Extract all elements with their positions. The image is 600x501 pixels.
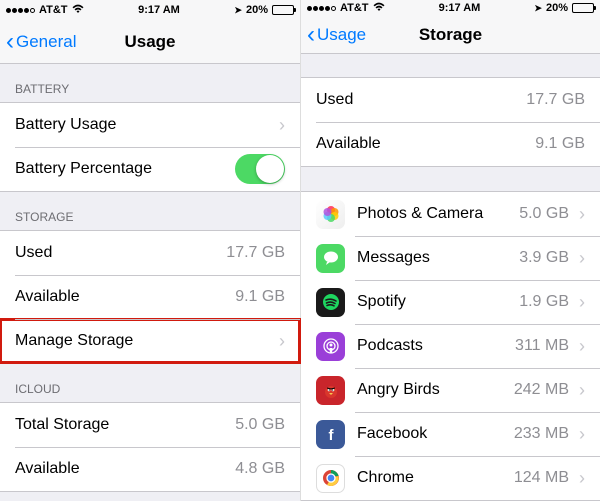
chevron-right-icon: › (579, 248, 585, 269)
back-button[interactable]: ‹ Usage (301, 23, 366, 47)
chevron-left-icon: ‹ (307, 23, 315, 47)
app-name: Angry Birds (357, 381, 514, 399)
app-size: 3.9 GB (519, 249, 569, 267)
chevron-right-icon: › (279, 331, 285, 352)
battery-percent: 20% (246, 4, 268, 16)
row-value: 5.0 GB (235, 416, 285, 434)
section-header-storage: STORAGE (0, 192, 300, 230)
location-icon: ➤ (234, 5, 242, 16)
nav-bar: ‹ Usage Storage (301, 17, 600, 54)
location-icon: ➤ (534, 3, 542, 14)
row-label: Available (15, 288, 235, 306)
used-row: Used 17.7 GB (301, 78, 600, 122)
battery-percentage-toggle[interactable] (235, 154, 285, 184)
app-size: 1.9 GB (519, 293, 569, 311)
angry-birds-icon (316, 376, 345, 405)
available-row: Available 9.1 GB (0, 275, 300, 319)
section-header-icloud: ICLOUD (0, 364, 300, 402)
app-row-podcasts[interactable]: Podcasts 311 MB › (301, 324, 600, 368)
row-label: Total Storage (15, 416, 235, 434)
status-time: 9:17 AM (138, 4, 180, 16)
row-value: 17.7 GB (526, 91, 585, 109)
chevron-right-icon: › (579, 424, 585, 445)
storage-summary-group: Used 17.7 GB Available 9.1 GB (301, 77, 600, 167)
status-bar: AT&T 9:17 AM ➤ 20% (0, 0, 300, 20)
icloud-group: Total Storage 5.0 GB Available 4.8 GB (0, 402, 300, 492)
app-name: Photos & Camera (357, 205, 519, 223)
chevron-right-icon: › (579, 336, 585, 357)
app-size: 242 MB (514, 381, 569, 399)
spotify-icon (316, 288, 345, 317)
signal-dots-icon (6, 8, 35, 13)
row-value: 17.7 GB (226, 244, 285, 262)
wifi-icon (72, 4, 84, 17)
back-label: General (16, 32, 76, 52)
icloud-available-row: Available 4.8 GB (0, 447, 300, 491)
total-storage-row: Total Storage 5.0 GB (0, 403, 300, 447)
app-name: Messages (357, 249, 519, 267)
app-row-messages[interactable]: Messages 3.9 GB › (301, 236, 600, 280)
app-name: Podcasts (357, 337, 515, 355)
photos-icon (316, 200, 345, 229)
carrier-label: AT&T (340, 2, 369, 14)
used-row: Used 17.7 GB (0, 231, 300, 275)
status-time: 9:17 AM (439, 2, 481, 14)
svg-text:f: f (328, 427, 334, 443)
storage-screen: AT&T 9:17 AM ➤ 20% ‹ Usage Storage Used … (300, 0, 600, 501)
messages-icon (316, 244, 345, 273)
app-size: 5.0 GB (519, 205, 569, 223)
battery-icon (272, 5, 294, 15)
row-value: 9.1 GB (535, 135, 585, 153)
section-header-battery: BATTERY (0, 64, 300, 102)
chevron-right-icon: › (279, 115, 285, 136)
app-size: 233 MB (514, 425, 569, 443)
podcasts-icon (316, 332, 345, 361)
battery-percent: 20% (546, 2, 568, 14)
app-row-facebook[interactable]: f Facebook 233 MB › (301, 412, 600, 456)
battery-percentage-row: Battery Percentage (0, 147, 300, 191)
chevron-right-icon: › (579, 380, 585, 401)
row-value: 9.1 GB (235, 288, 285, 306)
battery-group: Battery Usage › Battery Percentage (0, 102, 300, 192)
app-name: Spotify (357, 293, 519, 311)
app-name: Facebook (357, 425, 514, 443)
back-button[interactable]: ‹ General (0, 30, 76, 54)
nav-bar: ‹ General Usage (0, 20, 300, 64)
app-row-photos[interactable]: Photos & Camera 5.0 GB › (301, 192, 600, 236)
chrome-icon (316, 464, 345, 493)
app-name: Chrome (357, 469, 514, 487)
available-row: Available 9.1 GB (301, 122, 600, 166)
app-size: 124 MB (514, 469, 569, 487)
row-label: Used (316, 91, 526, 109)
manage-storage-row[interactable]: Manage Storage › (0, 319, 300, 363)
row-label: Battery Usage (15, 116, 269, 134)
row-label: Manage Storage (15, 332, 269, 350)
chevron-left-icon: ‹ (6, 30, 14, 54)
app-size: 311 MB (515, 337, 569, 355)
battery-icon (572, 3, 594, 13)
signal-dots-icon (307, 6, 336, 11)
apps-group: Photos & Camera 5.0 GB › Messages 3.9 GB… (301, 191, 600, 501)
chevron-right-icon: › (579, 468, 585, 489)
chevron-right-icon: › (579, 292, 585, 313)
app-row-angrybirds[interactable]: Angry Birds 242 MB › (301, 368, 600, 412)
row-label: Used (15, 244, 226, 262)
storage-group: Used 17.7 GB Available 9.1 GB Manage Sto… (0, 230, 300, 364)
status-bar: AT&T 9:17 AM ➤ 20% (301, 0, 600, 17)
back-label: Usage (317, 25, 366, 45)
usage-screen: AT&T 9:17 AM ➤ 20% ‹ General Usage BATTE… (0, 0, 300, 501)
app-row-spotify[interactable]: Spotify 1.9 GB › (301, 280, 600, 324)
row-value: 4.8 GB (235, 460, 285, 478)
row-label: Battery Percentage (15, 160, 235, 178)
carrier-label: AT&T (39, 4, 68, 16)
battery-usage-row[interactable]: Battery Usage › (0, 103, 300, 147)
row-label: Available (316, 135, 535, 153)
row-label: Available (15, 460, 235, 478)
chevron-right-icon: › (579, 204, 585, 225)
wifi-icon (373, 2, 385, 15)
app-row-chrome[interactable]: Chrome 124 MB › (301, 456, 600, 500)
facebook-icon: f (316, 420, 345, 449)
